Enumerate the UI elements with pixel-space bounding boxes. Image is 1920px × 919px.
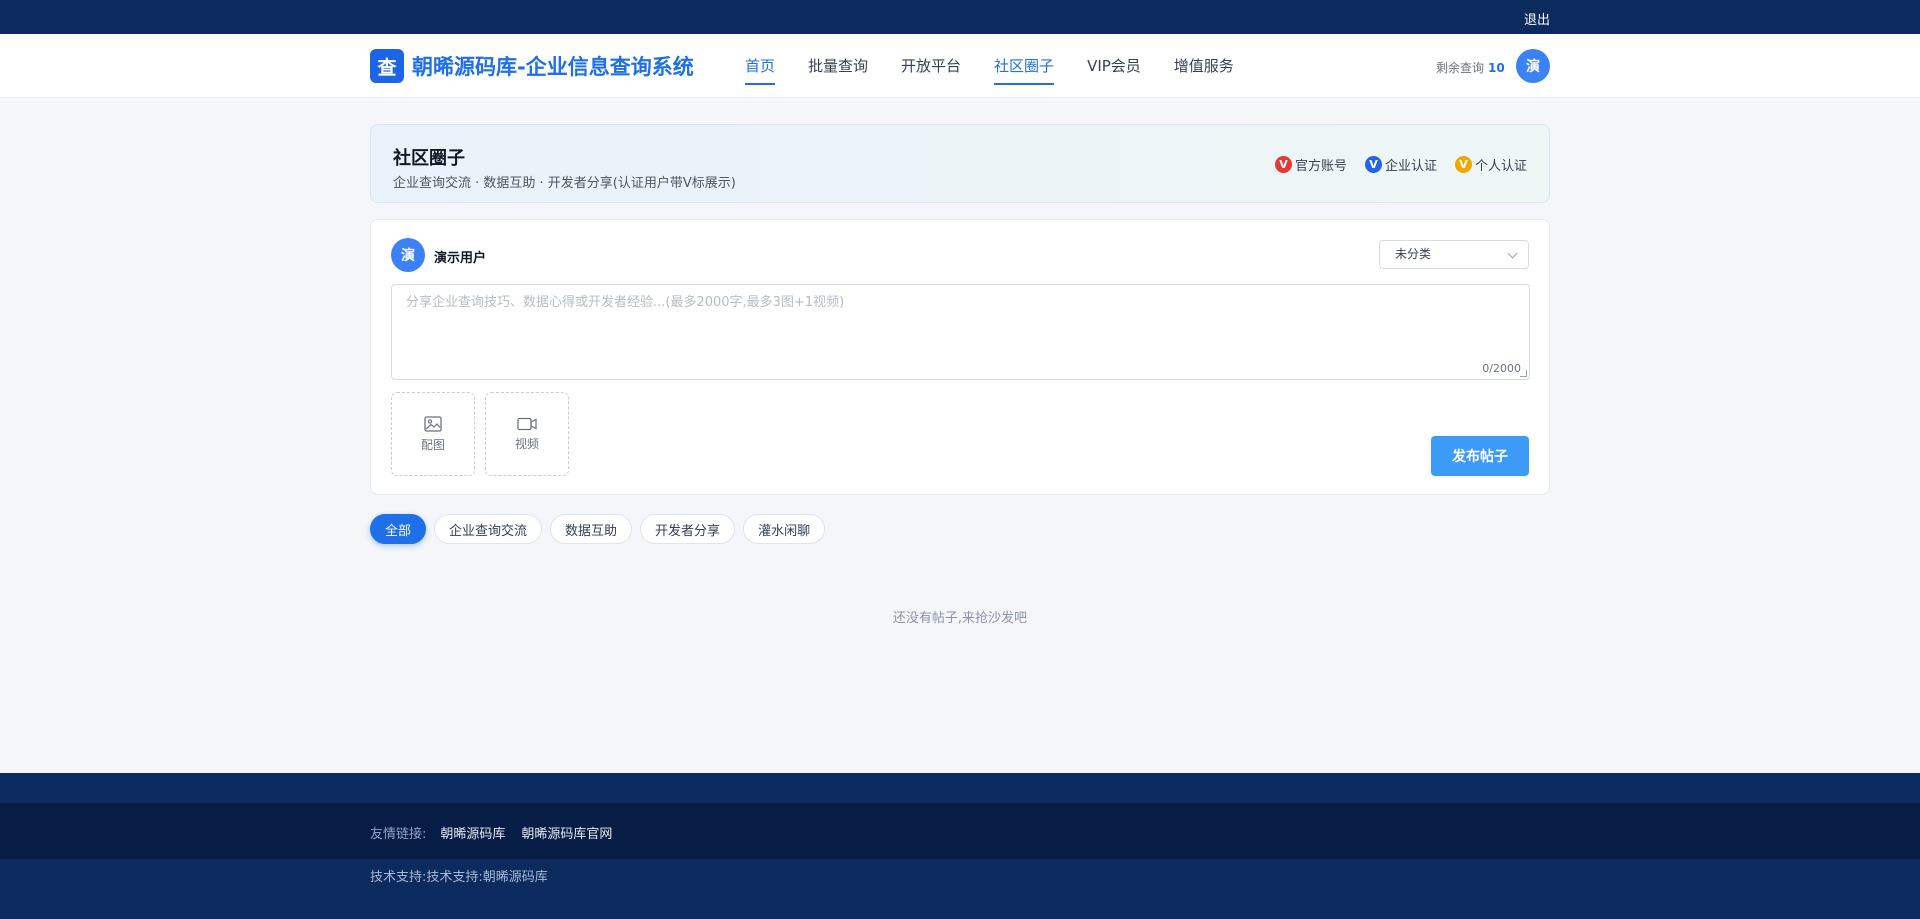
tech-support: 技术支持:技术支持:朝晞源码库 [370, 870, 548, 885]
user-avatar[interactable]: 演 [1516, 49, 1550, 83]
nav-batch-query[interactable]: 批量查询 [808, 34, 868, 98]
legend-enterprise: V 企业认证 [1364, 155, 1437, 174]
personal-v-icon: V [1454, 156, 1472, 173]
page-subtitle: 企业查询交流 · 数据互助 · 开发者分享(认证用户带V标展示) [393, 176, 736, 191]
friend-links-label: 友情链接: [370, 827, 427, 842]
remaining-quota: 剩余查询 10 [1436, 59, 1505, 76]
brand-name: 朝晞源码库-企业信息查询系统 [412, 55, 694, 79]
nav-open-platform[interactable]: 开放平台 [901, 34, 961, 98]
add-video-button[interactable]: 视频 [485, 392, 569, 476]
legend-label: 企业认证 [1384, 159, 1437, 174]
community-banner: 社区圈子 企业查询交流 · 数据互助 · 开发者分享(认证用户带V标展示) V … [370, 124, 1550, 203]
brand[interactable]: 查 朝晞源码库-企业信息查询系统 [370, 49, 694, 83]
enterprise-v-icon: V [1364, 156, 1382, 173]
resize-handle-icon[interactable] [1520, 370, 1527, 377]
category-value: 未分类 [1395, 247, 1432, 261]
legend-personal: V 个人认证 [1454, 155, 1527, 174]
top-bar: 退出 [0, 0, 1920, 34]
composer-avatar: 演 [391, 238, 425, 272]
video-label: 视频 [514, 436, 539, 451]
empty-state-message: 还没有帖子,来抢沙发吧 [892, 611, 1028, 626]
publish-post-button[interactable]: 发布帖子 [1431, 436, 1529, 476]
logout-link[interactable]: 退出 [1524, 9, 1550, 28]
filter-chat[interactable]: 灌水闲聊 [743, 514, 826, 544]
nav-home[interactable]: 首页 [745, 34, 776, 98]
header: 查 朝晞源码库-企业信息查询系统 首页 批量查询 开放平台 社区圈子 VIP会员… [0, 34, 1920, 98]
nav-vip[interactable]: VIP会员 [1087, 34, 1141, 98]
friend-link[interactable]: 朝晞源码库 [440, 823, 505, 842]
verification-legend: V 官方账号 V 企业认证 V 个人认证 [1257, 155, 1527, 174]
quota-value: 10 [1488, 61, 1505, 75]
nav-value-added[interactable]: 增值服务 [1174, 34, 1234, 98]
main-nav: 首页 批量查询 开放平台 社区圈子 VIP会员 增值服务 [745, 34, 1267, 98]
image-icon [424, 415, 442, 432]
filter-enterprise-query[interactable]: 企业查询交流 [434, 514, 543, 544]
category-select[interactable]: 未分类 [1379, 240, 1529, 269]
char-counter: 0/2000 [1482, 362, 1521, 375]
composer-username: 演示用户 [434, 251, 487, 266]
legend-label: 官方账号 [1294, 159, 1347, 174]
legend-official: V 官方账号 [1274, 155, 1347, 174]
friend-link[interactable]: 朝晞源码库官网 [521, 823, 612, 842]
friend-links-bar: 友情链接: 朝晞源码库 朝晞源码库官网 [0, 803, 1920, 859]
video-icon [517, 417, 537, 430]
filter-data-mutual[interactable]: 数据互助 [550, 514, 633, 544]
post-composer: 演 演示用户 未分类 分享企业查询技巧、数据心得或开发者经验...(最多2000… [370, 219, 1550, 495]
image-label: 配图 [420, 437, 445, 452]
page-title: 社区圈子 [393, 148, 465, 169]
official-v-icon: V [1274, 156, 1292, 173]
chevron-down-icon [1507, 248, 1518, 259]
legend-label: 个人认证 [1474, 159, 1527, 174]
footer: 友情链接: 朝晞源码库 朝晞源码库官网 技术支持:技术支持:朝晞源码库 [0, 773, 1920, 919]
filter-developer-share[interactable]: 开发者分享 [640, 514, 736, 544]
post-content-input[interactable]: 分享企业查询技巧、数据心得或开发者经验...(最多2000字,最多3图+1视频)… [391, 284, 1530, 380]
friend-links: 友情链接: 朝晞源码库 朝晞源码库官网 [370, 823, 628, 842]
nav-community[interactable]: 社区圈子 [994, 34, 1055, 98]
brand-logo-icon: 查 [370, 49, 404, 83]
quota-label: 剩余查询 [1436, 61, 1485, 75]
post-placeholder: 分享企业查询技巧、数据心得或开发者经验...(最多2000字,最多3图+1视频) [406, 295, 845, 310]
category-filters: 全部 企业查询交流 数据互助 开发者分享 灌水闲聊 [370, 514, 833, 544]
add-image-button[interactable]: 配图 [391, 392, 475, 476]
filter-all[interactable]: 全部 [370, 514, 427, 544]
